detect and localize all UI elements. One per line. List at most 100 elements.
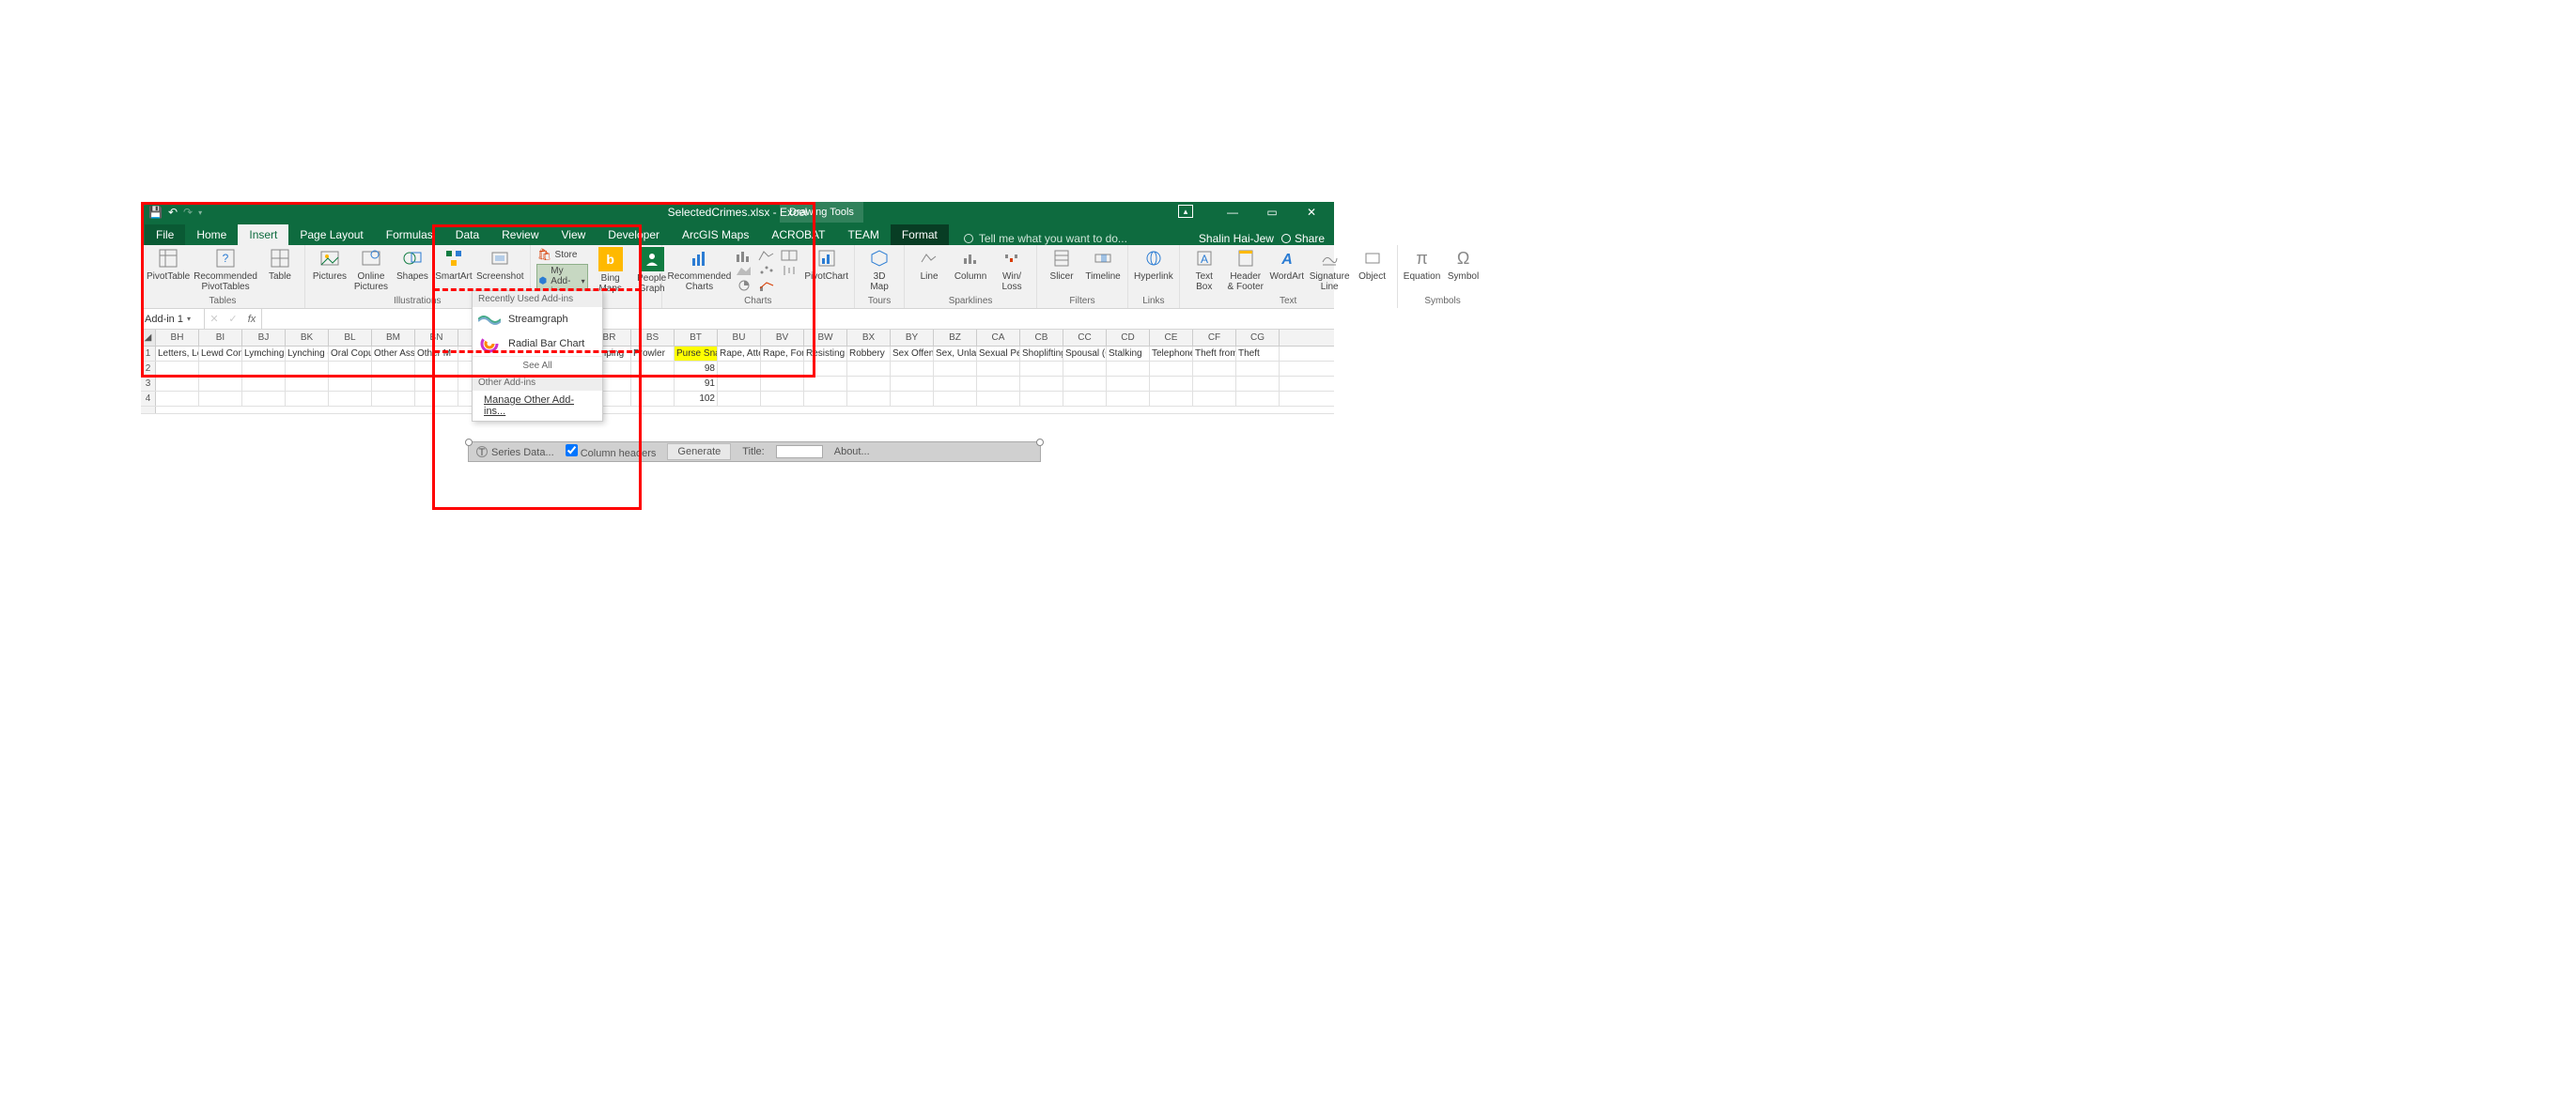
chart-area-icon[interactable]	[735, 264, 755, 277]
title-input[interactable]	[776, 445, 823, 458]
col-header[interactable]: CA	[977, 330, 1020, 346]
cell[interactable]: Prowler	[631, 347, 675, 361]
equation-button[interactable]: πEquation	[1404, 247, 1441, 282]
column-headers-checkbox[interactable]: Column headers	[566, 444, 657, 459]
cell[interactable]: Theft	[1236, 347, 1280, 361]
pictures-button[interactable]: Pictures	[311, 247, 349, 282]
resize-handle-icon[interactable]	[1036, 439, 1044, 446]
cell[interactable]: Purse Sna	[675, 347, 718, 361]
tab-arcgis[interactable]: ArcGIS Maps	[671, 224, 760, 245]
fx-label[interactable]: fx	[242, 314, 261, 325]
addin-radialbar[interactable]: Radial Bar Chart	[473, 331, 602, 356]
col-header[interactable]: BH	[156, 330, 199, 346]
cell[interactable]: 102	[675, 392, 718, 406]
row-header[interactable]: 1	[141, 347, 156, 361]
cell[interactable]: Letters, Le	[156, 347, 199, 361]
cell[interactable]: Shoplifting	[1020, 347, 1063, 361]
sigline-button[interactable]: Signature Line	[1310, 247, 1350, 292]
resize-handle-icon[interactable]	[465, 439, 473, 446]
user-name[interactable]: Shalin Hai-Jew	[1199, 232, 1274, 245]
close-button[interactable]: ✕	[1293, 203, 1330, 222]
col-header[interactable]: BY	[891, 330, 934, 346]
object-button[interactable]: Object	[1354, 247, 1391, 282]
shapes-button[interactable]: Shapes	[394, 247, 431, 282]
timeline-button[interactable]: Timeline	[1084, 247, 1122, 282]
sparkline-winloss-button[interactable]: Win/ Loss	[993, 247, 1031, 292]
tab-view[interactable]: View	[551, 224, 597, 245]
save-icon[interactable]: 💾	[148, 206, 163, 219]
online-pictures-button[interactable]: Online Pictures	[352, 247, 390, 292]
chart-hier-icon[interactable]	[780, 249, 800, 262]
addin-streamgraph[interactable]: Streamgraph	[473, 307, 602, 331]
name-box[interactable]: Add-in 1 ▾	[141, 309, 205, 329]
manage-addins-link[interactable]: Manage Other Add-ins...	[473, 391, 602, 421]
tab-format[interactable]: Format	[891, 224, 949, 245]
see-all-addins[interactable]: See All	[473, 356, 602, 375]
pivottable-button[interactable]: PivotTable	[147, 247, 190, 282]
store-button[interactable]: 🛍Store	[536, 247, 588, 262]
col-header[interactable]: BN	[415, 330, 458, 346]
col-header[interactable]: BV	[761, 330, 804, 346]
cell[interactable]: Sex, Unlaw	[934, 347, 977, 361]
tab-data[interactable]: Data	[444, 224, 490, 245]
symbol-button[interactable]: ΩSymbol	[1445, 247, 1482, 282]
col-header[interactable]: CB	[1020, 330, 1063, 346]
col-header[interactable]: CD	[1107, 330, 1150, 346]
namebox-dropdown-icon[interactable]: ▾	[187, 315, 194, 323]
undo-icon[interactable]: ↶	[168, 206, 178, 219]
tab-review[interactable]: Review	[490, 224, 550, 245]
col-header[interactable]: BI	[199, 330, 242, 346]
row-header[interactable]: 3	[141, 377, 156, 391]
chart-pie-icon[interactable]	[735, 279, 755, 292]
col-header[interactable]: CF	[1193, 330, 1236, 346]
tell-me-search[interactable]: Tell me what you want to do...	[964, 232, 1127, 245]
cell[interactable]: Rape, Atte	[718, 347, 761, 361]
col-header[interactable]: BS	[631, 330, 675, 346]
row-header[interactable]	[141, 407, 156, 413]
textbox-button[interactable]: AText Box	[1186, 247, 1223, 292]
formula-input[interactable]	[262, 309, 1334, 329]
chart-line-icon[interactable]	[757, 249, 778, 262]
redo-icon[interactable]: ↷	[183, 206, 193, 219]
col-header[interactable]: BK	[286, 330, 329, 346]
row-header[interactable]: 2	[141, 362, 156, 376]
worksheet-grid[interactable]: ◢ BH BI BJ BK BL BM BN BO BP BQ BR BS BT…	[141, 330, 1334, 414]
recommended-charts-button[interactable]: Recommended Charts	[668, 247, 732, 292]
col-header[interactable]: CE	[1150, 330, 1193, 346]
chart-scatter-icon[interactable]	[757, 264, 778, 277]
cell[interactable]: Theft from	[1193, 347, 1236, 361]
chart-bar-icon[interactable]	[735, 249, 755, 262]
cell[interactable]: Sexual Pe	[977, 347, 1020, 361]
col-header[interactable]: BU	[718, 330, 761, 346]
col-header[interactable]: BJ	[242, 330, 286, 346]
screenshot-button[interactable]: Screenshot	[476, 247, 524, 282]
table-button[interactable]: Table	[261, 247, 299, 282]
tab-insert[interactable]: Insert	[238, 224, 288, 245]
wordart-button[interactable]: AWordArt	[1268, 247, 1306, 282]
tab-team[interactable]: TEAM	[836, 224, 890, 245]
tab-home[interactable]: Home	[185, 224, 238, 245]
hyperlink-button[interactable]: Hyperlink	[1134, 247, 1173, 282]
cell[interactable]: 91	[675, 377, 718, 391]
cell[interactable]: Stalking	[1107, 347, 1150, 361]
cell[interactable]: Sex Offen	[891, 347, 934, 361]
select-all-corner[interactable]: ◢	[141, 330, 156, 346]
tab-developer[interactable]: Developer	[597, 224, 671, 245]
qat-dropdown-icon[interactable]: ▾	[198, 208, 202, 217]
cell[interactable]: Other Ass	[372, 347, 415, 361]
cell[interactable]: Oral Copu	[329, 347, 372, 361]
tab-page-layout[interactable]: Page Layout	[288, 224, 374, 245]
cell[interactable]: Resisting A	[804, 347, 847, 361]
headerfooter-button[interactable]: Header & Footer	[1227, 247, 1265, 292]
cell[interactable]: Rape, Forc	[761, 347, 804, 361]
chart-stock-icon[interactable]	[780, 264, 800, 277]
col-header[interactable]: BT	[675, 330, 718, 346]
col-header[interactable]: CG	[1236, 330, 1280, 346]
generate-button[interactable]: Generate	[667, 443, 731, 460]
sparkline-column-button[interactable]: Column	[952, 247, 989, 282]
slicer-button[interactable]: Slicer	[1043, 247, 1080, 282]
col-header[interactable]: BM	[372, 330, 415, 346]
cell[interactable]: Lewd Con	[199, 347, 242, 361]
cell[interactable]: 98	[675, 362, 718, 376]
col-header[interactable]: BL	[329, 330, 372, 346]
